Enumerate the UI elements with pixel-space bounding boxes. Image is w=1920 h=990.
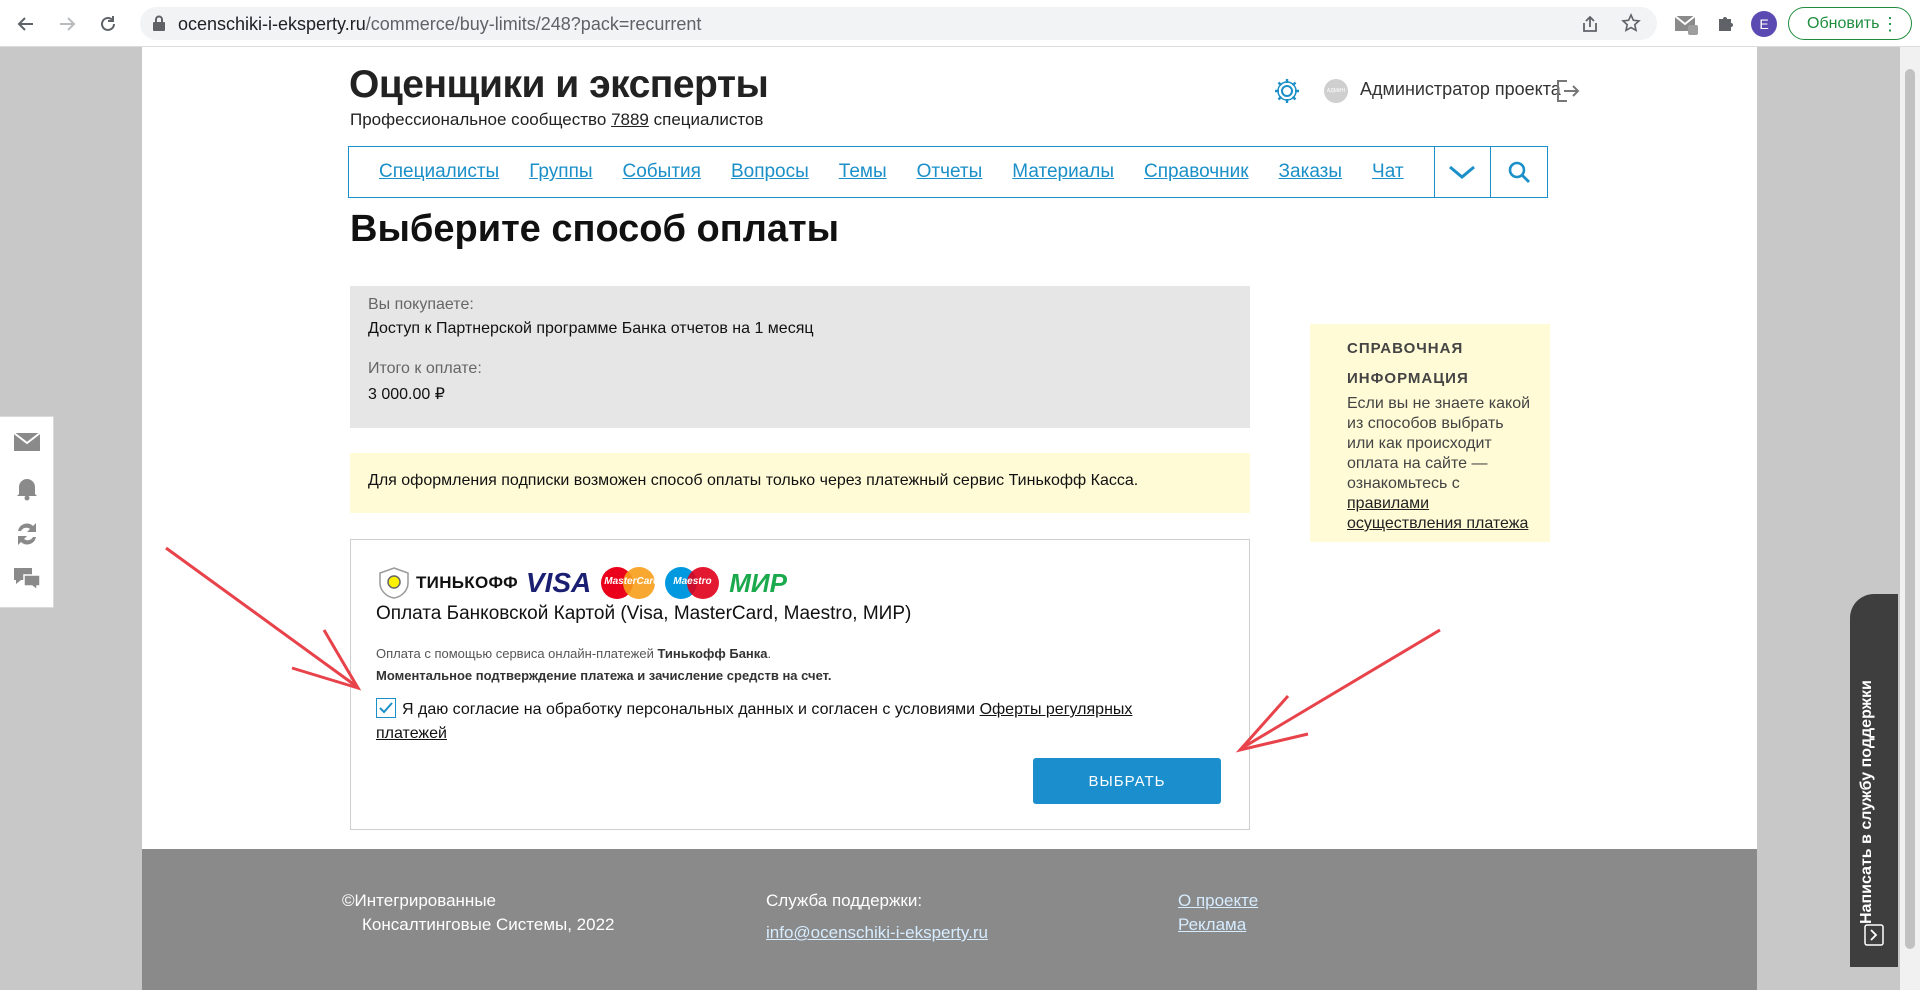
nav-links: Специалисты Группы События Вопросы Темы …	[349, 147, 1434, 197]
total-value: 3 000.00 ₽	[368, 386, 445, 403]
url-text: ocenschiki-i-eksperty.ru/commerce/buy-li…	[178, 14, 701, 35]
payment-logos: ТИНЬКОФФ VISA MasterCard Maestro МИР	[376, 566, 787, 600]
help-body: Если вы не знаете какой из способов выбр…	[1347, 394, 1534, 534]
settings-gear-icon[interactable]	[1273, 77, 1301, 105]
address-bar[interactable]: ocenschiki-i-eksperty.ru/commerce/buy-li…	[140, 7, 1657, 40]
copyright-line1: Интегрированные	[354, 891, 496, 910]
url-host: ocenschiki-i-eksperty.ru	[178, 14, 366, 34]
tinkoff-wordmark: ТИНЬКОФФ	[416, 573, 518, 592]
choose-payment-button[interactable]: ВЫБРАТЬ	[1033, 758, 1221, 804]
gmail-extension-icon[interactable]	[1672, 10, 1700, 38]
payment-method-card: ТИНЬКОФФ VISA MasterCard Maestro МИР Опл…	[350, 539, 1250, 830]
menu-dots-icon: ⋮	[1881, 14, 1899, 34]
search-icon	[1508, 161, 1531, 183]
tinkoff-logo-icon	[379, 567, 409, 599]
url-path: /commerce/buy-limits/248?pack=recurrent	[365, 14, 702, 34]
visa-logo: VISA	[525, 567, 592, 598]
mail-icon[interactable]	[12, 427, 42, 457]
consent-checkbox[interactable]	[376, 698, 396, 718]
admin-avatar[interactable]: АДМИН	[1324, 79, 1348, 103]
total-label: Итого к оплате:	[368, 360, 482, 377]
forward-icon[interactable]	[53, 10, 81, 38]
extensions-puzzle-icon[interactable]	[1712, 10, 1740, 38]
exchange-icon[interactable]	[12, 519, 42, 549]
maestro-text: Maestro	[673, 576, 712, 587]
page-scrollbar[interactable]	[1900, 47, 1920, 990]
page-title: Выберите способ оплаты	[350, 208, 840, 250]
about-link[interactable]: О проекте	[1178, 891, 1258, 910]
purchase-summary: Вы покупаете: Доступ к Партнерской прогр…	[350, 286, 1250, 428]
browser-update-button[interactable]: Обновить ⋮	[1788, 7, 1912, 40]
support-email-link[interactable]: info@ocenschiki-i-eksperty.ru	[766, 921, 988, 945]
consent-text: Я даю согласие на обработку персональных…	[402, 701, 980, 718]
ads-link[interactable]: Реклама	[1178, 915, 1246, 934]
chevron-down-icon	[1449, 165, 1476, 179]
help-title-line1: СПРАВОЧНАЯ	[1347, 340, 1464, 357]
browser-toolbar: ocenschiki-i-eksperty.ru/commerce/buy-li…	[0, 0, 1920, 47]
nav-search-button[interactable]	[1490, 147, 1547, 197]
support-tab-label: Написать в службу поддержки	[1858, 680, 1875, 924]
mir-logo: МИР	[729, 567, 787, 598]
profile-avatar[interactable]: E	[1751, 11, 1777, 37]
reload-icon[interactable]	[94, 10, 122, 38]
specialists-count-link[interactable]: 7889	[611, 110, 649, 129]
copyright-line2: Консалтинговые Системы, 2022	[362, 915, 615, 934]
nav-item-orders[interactable]: Заказы	[1279, 161, 1343, 183]
subscription-notice: Для оформления подписки возможен способ …	[350, 453, 1250, 513]
footer-copyright: ©Интегрированные Консалтинговые Системы,…	[342, 889, 615, 937]
admin-name[interactable]: Администратор проекта	[1360, 79, 1561, 100]
tagline-suffix: специалистов	[648, 110, 764, 129]
footer-support: Служба поддержки: info@ocenschiki-i-eksp…	[766, 889, 988, 945]
update-label: Обновить	[1807, 14, 1880, 32]
payment-description: Оплата с помощью сервиса онлайн-платежей…	[376, 643, 832, 687]
buying-value: Доступ к Партнерской программе Банка отч…	[368, 320, 814, 337]
consent-row: Я даю согласие на обработку персональных…	[376, 698, 1196, 746]
help-body-text: Если вы не знаете какой из способов выбр…	[1347, 395, 1531, 492]
payment-rules-link[interactable]: правилами осуществления платежа	[1347, 495, 1528, 532]
desc-line2: Моментальное подтверждение платежа и зач…	[376, 668, 832, 683]
nav-more-button[interactable]	[1433, 147, 1491, 197]
buying-label: Вы покупаете:	[368, 296, 474, 313]
desc-dot: .	[767, 646, 772, 661]
logout-icon[interactable]	[1554, 78, 1580, 104]
nav-item-questions[interactable]: Вопросы	[731, 161, 809, 183]
nav-item-chat[interactable]: Чат	[1372, 161, 1404, 183]
chat-icon[interactable]	[12, 563, 42, 593]
scrollbar-thumb[interactable]	[1905, 69, 1915, 949]
main-navigation: Специалисты Группы События Вопросы Темы …	[348, 146, 1548, 198]
nav-item-directory[interactable]: Справочник	[1144, 161, 1249, 183]
support-label: Служба поддержки:	[766, 891, 923, 910]
copyright-icon: ©	[342, 891, 355, 910]
checkmark-icon	[379, 702, 393, 714]
site-brand[interactable]: Оценщики и эксперты	[349, 63, 769, 107]
payment-title: Оплата Банковской Картой (Visa, MasterCa…	[376, 603, 912, 624]
nav-item-groups[interactable]: Группы	[529, 161, 592, 183]
bookmark-star-icon[interactable]	[1621, 13, 1641, 38]
nav-item-specialists[interactable]: Специалисты	[379, 161, 499, 183]
help-title-line2: ИНФОРМАЦИЯ	[1347, 370, 1469, 387]
nav-item-events[interactable]: События	[623, 161, 701, 183]
desc-bank: Тинькофф Банка	[657, 646, 768, 661]
site-tagline: Профессиональное сообщество 7889 специал…	[350, 110, 763, 130]
nav-item-reports[interactable]: Отчеты	[917, 161, 983, 183]
help-info-box: СПРАВОЧНАЯ ИНФОРМАЦИЯ Если вы не знаете …	[1310, 324, 1550, 542]
mastercard-logo: MasterCard	[601, 567, 659, 599]
nav-item-materials[interactable]: Материалы	[1012, 161, 1114, 183]
mastercard-text: MasterCard	[604, 576, 660, 587]
maestro-logo: Maestro	[665, 567, 720, 599]
desc-prefix: Оплата с помощью сервиса онлайн-платежей	[376, 646, 658, 661]
footer-links: О проекте Реклама	[1178, 889, 1258, 937]
support-arrow-icon	[1864, 924, 1884, 951]
nav-item-topics[interactable]: Темы	[839, 161, 887, 183]
lock-icon	[152, 15, 166, 36]
support-chat-tab[interactable]: Написать в службу поддержки	[1850, 594, 1898, 967]
bell-icon[interactable]	[12, 473, 42, 503]
tagline-prefix: Профессиональное сообщество	[350, 110, 612, 129]
share-icon[interactable]	[1580, 14, 1600, 39]
left-quick-panel	[0, 416, 54, 608]
back-icon[interactable]	[12, 10, 40, 38]
